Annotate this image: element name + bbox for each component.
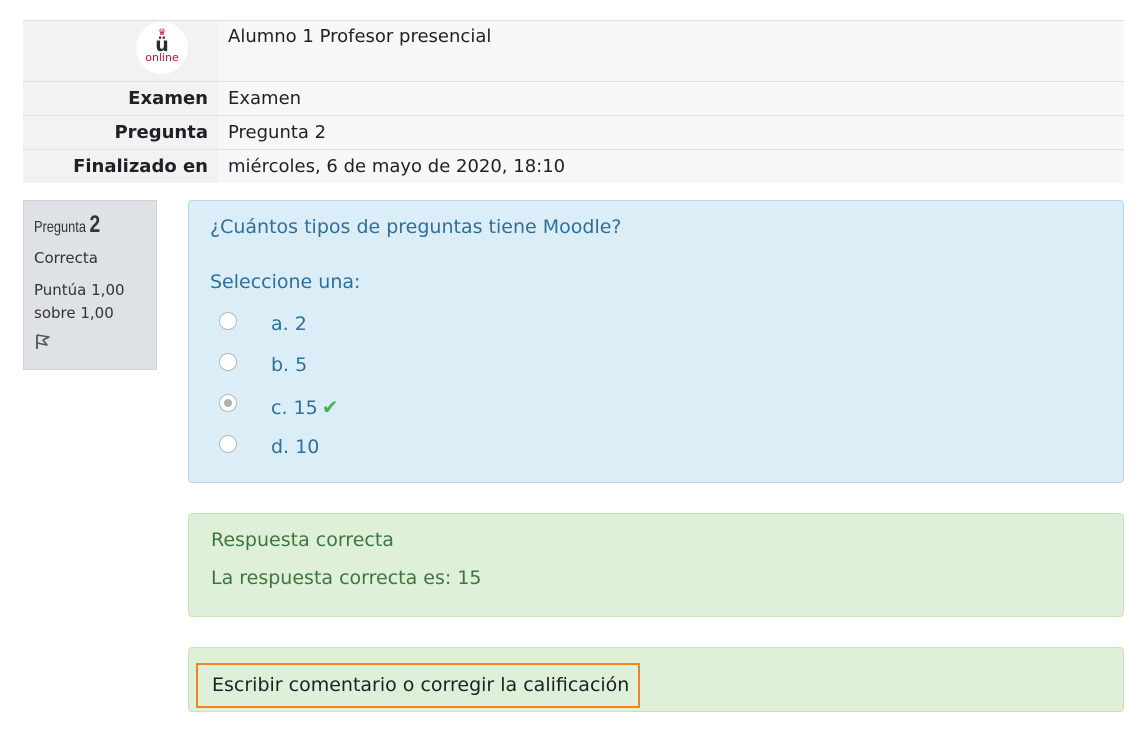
summary-row-user: ♛ ü online Alumno 1 Profesor presencial (23, 20, 1124, 82)
answer-label: d. 10 (271, 436, 320, 458)
comment-box: Escribir comentario o corregir la califi… (188, 647, 1124, 712)
answer-radio[interactable] (219, 312, 237, 330)
answer-list: a. 2 b. 5 c. 15 ✔ d. 10 (210, 312, 1102, 479)
summary-label: Finalizado en (23, 149, 218, 183)
user-name-link[interactable]: Alumno 1 Profesor presencial (218, 20, 1124, 82)
question-text: ¿Cuántos tipos de preguntas tiene Moodle… (210, 216, 622, 238)
question-number: Pregunta 2 (34, 211, 124, 239)
correct-answer-text: La respuesta correcta es: 15 (211, 567, 482, 589)
answer-radio[interactable] (219, 353, 237, 371)
question-number-label: Pregunta (34, 219, 86, 236)
summary-label: Pregunta (23, 115, 218, 150)
question-formulation: ¿Cuántos tipos de preguntas tiene Moodle… (188, 200, 1124, 483)
summary-row: Examen Examen (23, 81, 1124, 116)
answer-label: c. 15 (271, 397, 318, 419)
question-grade: Puntúa 1,00 sobre 1,00 (34, 281, 125, 322)
question-info-box: Pregunta 2 Correcta Puntúa 1,00 sobre 1,… (23, 200, 157, 370)
summary-value: Pregunta 2 (218, 115, 1124, 150)
attempt-summary-table: ♛ ü online Alumno 1 Profesor presencial E… (23, 20, 1124, 183)
write-comment-link[interactable]: Escribir comentario o corregir la califi… (196, 663, 641, 708)
question-state: Correcta (34, 249, 98, 267)
check-icon: ✔ (321, 395, 339, 419)
answer-option[interactable]: b. 5 (210, 353, 1102, 397)
feedback-box: Respuesta correcta La respuesta correcta… (188, 513, 1124, 617)
answer-radio[interactable] (219, 435, 237, 453)
summary-row: Pregunta Pregunta 2 (23, 115, 1124, 150)
flag-icon[interactable] (34, 331, 54, 351)
summary-row: Finalizado en miércoles, 6 de mayo de 20… (23, 149, 1124, 183)
answer-option[interactable]: c. 15 ✔ (210, 394, 1102, 438)
summary-label: Examen (23, 81, 218, 116)
question-number-value: 2 (89, 211, 101, 238)
answer-prompt: Seleccione una: (210, 271, 361, 293)
feedback-title: Respuesta correcta (211, 529, 394, 551)
answer-option[interactable]: d. 10 (210, 435, 1102, 479)
avatar[interactable]: ♛ ü online (136, 22, 188, 74)
answer-radio-selected[interactable] (219, 394, 237, 412)
answer-option[interactable]: a. 2 (210, 312, 1102, 356)
answer-label: a. 2 (271, 313, 307, 335)
answer-label-wrap: c. 15 ✔ (271, 395, 338, 419)
answer-label: b. 5 (271, 354, 308, 376)
user-avatar-cell: ♛ ü online (23, 20, 218, 82)
logo-text: online (145, 51, 179, 64)
summary-value: miércoles, 6 de mayo de 2020, 18:10 (218, 149, 1124, 183)
summary-value: Examen (218, 81, 1124, 116)
